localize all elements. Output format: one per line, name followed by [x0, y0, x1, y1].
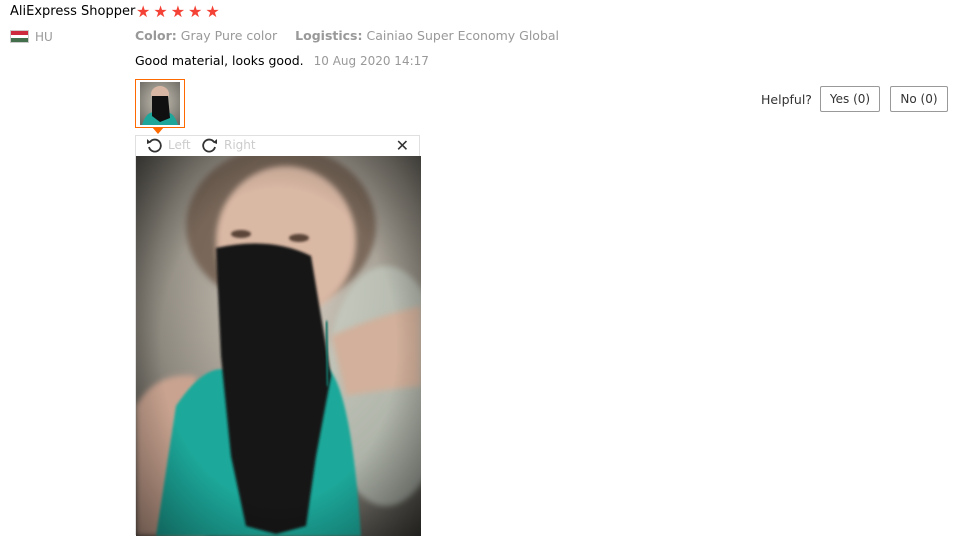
helpful-no-button[interactable]: No (0) [890, 86, 948, 112]
star-icon: ★ [136, 2, 151, 21]
rotate-right-icon [202, 138, 217, 153]
star-rating: ★ ★ ★ ★ ★ [136, 3, 220, 21]
star-icon: ★ [153, 2, 168, 21]
helpful-label: Helpful? [761, 92, 812, 107]
thumbnail-pointer [152, 127, 164, 134]
rotate-right-label: Right [224, 138, 256, 152]
hungary-flag-icon [10, 30, 29, 43]
color-value: Gray Pure color [180, 28, 278, 43]
helpful-yes-button[interactable]: Yes (0) [820, 86, 880, 112]
star-icon: ★ [205, 2, 220, 21]
star-icon: ★ [170, 2, 186, 21]
logistics-value: Cainiao Super Economy Global [366, 28, 560, 43]
color-label: Color: [135, 28, 177, 43]
rotate-left-label: Left [168, 138, 191, 152]
rotate-left-button[interactable]: Left [146, 137, 191, 153]
rotate-right-button[interactable]: Right [202, 137, 256, 153]
review-photo [136, 156, 421, 536]
review-date: 10 Aug 2020 14:17 [313, 54, 429, 68]
close-icon[interactable]: ✕ [396, 137, 409, 155]
product-attributes: Color: Gray Pure color Logistics: Cainia… [135, 28, 559, 43]
star-icon: ★ [188, 2, 203, 21]
viewer-toolbar: Left Right ✕ [136, 136, 419, 156]
reviewer-name: AliExpress Shopper [10, 4, 136, 19]
country-code: HU [35, 30, 53, 44]
photo-viewer: Left Right ✕ [135, 135, 421, 536]
logistics-label: Logistics: [295, 28, 363, 43]
review-comment: Good material, looks good. 10 Aug 2020 1… [135, 53, 429, 68]
comment-text: Good material, looks good. [135, 53, 304, 68]
review-photo-thumbnail[interactable] [135, 79, 185, 128]
rotate-left-icon [147, 138, 162, 153]
